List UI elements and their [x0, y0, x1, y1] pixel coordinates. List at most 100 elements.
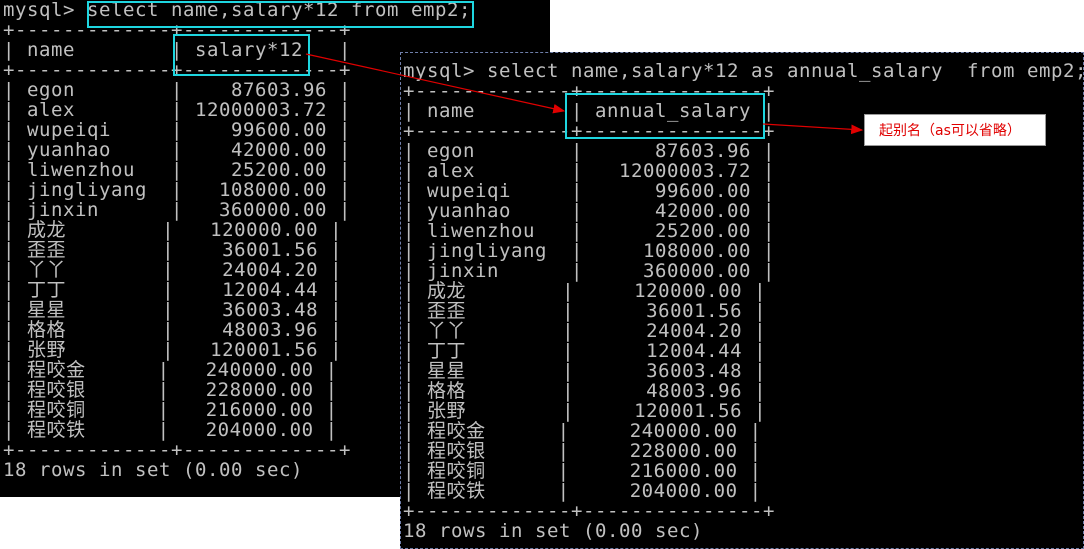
cell-name: 歪歪 [27, 239, 67, 261]
cell-separator: | [737, 440, 762, 462]
cell-value: 87603.96 [655, 140, 751, 162]
table-header: | name | annual_salary | [403, 100, 775, 122]
cell-name: yuanhao [27, 139, 111, 161]
cell-value: 12000003.72 [619, 160, 751, 182]
cell-separator: | [111, 139, 231, 161]
cell-value: 24004.20 [646, 320, 743, 342]
cell-separator: | [403, 380, 427, 402]
cell-name: 程咬铁 [27, 419, 86, 441]
cell-separator: | [3, 259, 27, 281]
cell-separator: | [403, 260, 427, 282]
cell-name: 程咬铜 [27, 399, 86, 421]
cell-separator: | [3, 199, 27, 221]
cell-value: 36001.56 [646, 300, 743, 322]
cell-separator: | [3, 339, 27, 361]
cell-name: 丁丁 [427, 340, 467, 362]
cell-value: 87603.96 [231, 79, 327, 101]
cell-value: 48003.96 [222, 319, 319, 341]
command-line: mysql> select name,salary*12 as annual_s… [403, 60, 1084, 82]
cell-name: 成龙 [27, 219, 67, 241]
cell-separator: | [403, 220, 427, 242]
cell-separator: | [3, 399, 27, 421]
cell-value: 25200.00 [655, 220, 751, 242]
table-row: | jinxin | 360000.00 | [403, 261, 775, 281]
cell-value: 99600.00 [655, 180, 751, 202]
cell-value: 12000003.72 [195, 99, 327, 121]
cell-separator: | [147, 179, 219, 201]
table-border-top: +-------------+-------------+ [3, 19, 351, 41]
table-row: | jinxin | 360000.00 | [3, 200, 351, 220]
cell-separator: | [3, 139, 27, 161]
table-row: | 程咬银 | 228000.00 | [403, 441, 762, 461]
cell-name: liwenzhou [427, 220, 535, 242]
cell-value: 36003.48 [646, 360, 743, 382]
table-row: | 丫丫 | 24004.20 | [403, 321, 766, 341]
cell-name: jingliyang [27, 179, 147, 201]
cell-value: 120000.00 [210, 219, 319, 241]
table-row: | 丁丁 | 12004.44 | [403, 341, 766, 361]
table-border-mid: +-------------+-------------+ [3, 59, 351, 81]
table-row: | 张野 | 120001.56 | [3, 340, 342, 360]
cell-name: jingliyang [427, 240, 547, 262]
cell-separator: | [751, 180, 775, 202]
cell-name: 丫丫 [27, 259, 67, 281]
cell-separator: | [327, 139, 351, 161]
cell-value: 42000.00 [231, 139, 327, 161]
cell-separator: | [535, 220, 655, 242]
cell-value: 108000.00 [219, 179, 327, 201]
cell-value: 360000.00 [219, 199, 327, 221]
cell-name: 张野 [27, 339, 67, 361]
cell-separator: | [403, 240, 427, 262]
cell-name: 程咬银 [427, 440, 486, 462]
table-row: | 星星 | 36003.48 | [3, 300, 342, 320]
cell-separator: | [511, 200, 655, 222]
cell-separator: | [499, 260, 643, 282]
cell-value: 108000.00 [643, 240, 751, 262]
cell-value: 204000.00 [205, 419, 314, 441]
table-row: | jingliyang | 108000.00 | [3, 180, 351, 200]
cell-separator: | [3, 119, 27, 141]
cell-separator: | [742, 360, 767, 382]
cell-value: 42000.00 [655, 200, 751, 222]
cell-separator: | [403, 440, 427, 462]
cell-separator: | [737, 480, 762, 502]
cell-separator: | [3, 359, 27, 381]
cell-separator: | [313, 419, 338, 441]
cell-separator: | [327, 119, 351, 141]
table-row: | 丫丫 | 24004.20 | [3, 260, 342, 280]
cell-separator: | [547, 240, 643, 262]
cell-separator: | [85, 399, 206, 421]
cell-separator: | [751, 240, 775, 262]
cell-separator: | [403, 200, 427, 222]
cell-separator: | [318, 239, 343, 261]
cell-value: 36001.56 [222, 239, 319, 261]
cell-separator: | [403, 180, 427, 202]
table-row: | 程咬铁 | 204000.00 | [403, 481, 762, 501]
cell-value: 240000.00 [629, 420, 738, 442]
cell-separator: | [466, 360, 647, 382]
table-border-bottom: +-------------+---------------+ [403, 500, 775, 522]
cell-value: 228000.00 [205, 379, 314, 401]
cell-value: 12004.44 [222, 279, 319, 301]
table-header: | name | salary*12 | [3, 39, 351, 61]
cell-name: jinxin [427, 260, 499, 282]
cell-separator: | [751, 140, 775, 162]
cell-separator: | [737, 460, 762, 482]
table-row: | 程咬金 | 240000.00 | [403, 421, 762, 441]
cell-separator: | [318, 319, 343, 341]
table-border-mid: +-------------+---------------+ [403, 120, 775, 142]
cell-separator: | [66, 339, 211, 361]
cell-name: liwenzhou [27, 159, 135, 181]
table-row: | 程咬铁 | 204000.00 | [3, 420, 338, 440]
cell-separator: | [66, 219, 211, 241]
table-row: | 格格 | 48003.96 | [3, 320, 342, 340]
table-row: | yuanhao | 42000.00 | [403, 201, 775, 221]
cell-separator: | [403, 140, 427, 162]
cell-separator: | [475, 160, 619, 182]
table-row: | 格格 | 48003.96 | [403, 381, 766, 401]
cell-value: 25200.00 [231, 159, 327, 181]
table-border-bottom: +-------------+-------------+ [3, 439, 351, 461]
cell-name: 程咬铁 [427, 480, 486, 502]
cell-separator: | [3, 379, 27, 401]
prompt: mysql> [3, 0, 87, 21]
